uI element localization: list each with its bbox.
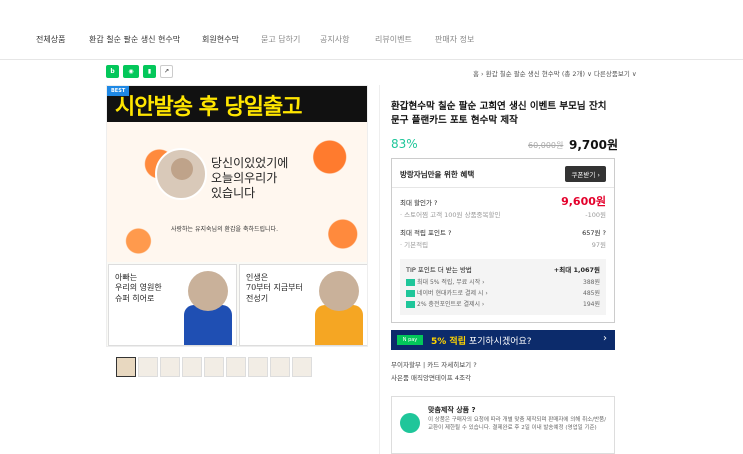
banner-strip: 시안발송 후 당일출고	[107, 86, 367, 122]
tab-birthday-banners[interactable]: 환갑 칠순 팔순 생신 현수막	[89, 34, 180, 45]
npay-logo-icon: N pay	[397, 335, 423, 345]
tab-seller-info[interactable]: 판매자 정보	[435, 34, 474, 45]
custom-made-description: 이 상품은 구매자의 요청에 따라 개별 맞춤 제작되며 판매자에 의해 취소/…	[428, 417, 607, 432]
npay-banner[interactable]: N pay 5% 적립 포기하시겠어요? ›	[391, 330, 615, 350]
npay-highlight: 5% 적립	[431, 337, 466, 347]
hero-figure-face	[188, 271, 228, 311]
tip-row-value: 388원	[583, 279, 600, 286]
discount-rate: 83%	[391, 137, 418, 151]
custom-made-notice: 맞춤제작 상품 ? 이 상품은 구매자의 요청에 따라 개별 맞춤 제작되며 판…	[391, 396, 615, 454]
tip-title: TIP 포인트 더 받는 방법	[406, 266, 472, 274]
dancer-figure-body	[315, 305, 363, 345]
panel-right-line-2: 70부터 지금부터	[246, 283, 303, 293]
sample-panel-right: 인생은 70부터 지금부터 전성기	[239, 264, 367, 346]
coupon-button[interactable]: 쿠폰받기 ›	[565, 166, 606, 182]
npay-icon	[406, 301, 415, 308]
panel-right-line-1: 인생은	[246, 273, 269, 282]
talk-icon[interactable]: ◉	[123, 65, 139, 78]
store-coupon-label: · 스토어찜 고객 100원 상품중복할인	[400, 211, 501, 219]
calligraphy-line-3: 있습니다	[211, 186, 256, 200]
thumbnail[interactable]	[182, 357, 202, 377]
banner-text: 시안발송 후 당일출고	[115, 95, 302, 120]
tip-row[interactable]: 2% 충전포인트로 결제시 ›	[406, 299, 484, 308]
congrats-message: 사랑하는 유지숙님의 환갑을 축하드립니다.	[171, 226, 278, 233]
chevron-right-icon: ›	[603, 333, 607, 344]
bookmark-icon[interactable]: ▮	[143, 65, 156, 78]
column-divider	[379, 85, 380, 454]
tip-box: TIP 포인트 더 받는 방법 +최대 1,067원 최대 5% 적립, 무료 …	[400, 259, 606, 315]
panel-left-text: 아빠는 우리의 영원한 슈퍼 히어로	[115, 273, 162, 304]
pencil-icon	[400, 413, 420, 433]
thumbnail[interactable]	[116, 357, 136, 377]
naver-blog-icon[interactable]: b	[106, 65, 119, 78]
tip-row[interactable]: 네이버 현대카드로 결제 시 ›	[406, 288, 488, 297]
gift-info: 사은품 매직앙면테이프 4조각	[391, 374, 472, 382]
tip-row-label: 네이버 현대카드로 결제 시 ›	[417, 290, 488, 297]
membership-icon	[406, 279, 415, 286]
thumbnail[interactable]	[160, 357, 180, 377]
thumbnail[interactable]	[292, 357, 312, 377]
store-coupon-value: -100원	[585, 211, 606, 219]
hero-figure-body	[184, 305, 232, 345]
tip-row-label: 2% 충전포인트로 결제시 ›	[417, 301, 485, 308]
panel-right-text: 인생은 70부터 지금부터 전성기	[246, 273, 303, 304]
tab-member-banners[interactable]: 회원현수막	[202, 34, 239, 45]
npay-question: 포기하시겠어요?	[465, 337, 532, 347]
panel-left-line-2: 우리의 영원한	[115, 283, 162, 293]
share-icon[interactable]: ↗	[160, 65, 173, 78]
custom-made-title: 맞춤제작 상품 ?	[428, 406, 476, 414]
sale-price: 9,700원	[569, 138, 618, 152]
panel-left-line-1: 아빠는	[115, 273, 138, 282]
max-points-value: 657원 ?	[582, 229, 606, 237]
thumbnail[interactable]	[270, 357, 290, 377]
calligraphy-text: 당신이있었기에 오늘의우리가 있습니다	[211, 156, 288, 201]
thumbnail[interactable]	[248, 357, 268, 377]
thumbnail-strip	[116, 357, 312, 377]
share-row: b ◉ ▮ ↗	[106, 65, 173, 78]
breadcrumb[interactable]: 홈 › 환갑 칠순 팔순 생신 현수막 (총 2개) ∨ 다른상품보기 ∨	[473, 68, 637, 78]
thumbnail[interactable]	[226, 357, 246, 377]
basic-points-label: · 기본적립	[400, 241, 429, 249]
tip-row[interactable]: 최대 5% 적립, 무료 시작 ›	[406, 277, 485, 286]
tip-max: +최대 1,067원	[553, 266, 600, 274]
max-discount-label: 최대 할인가 ?	[400, 199, 438, 207]
tip-row-value: 194원	[583, 301, 600, 308]
card-icon	[406, 290, 415, 297]
product-title: 환갑현수막 칠순 팔순 고희연 생신 이벤트 부모님 잔치 문구 플랜카드 포토…	[391, 101, 607, 126]
tip-row-label: 최대 5% 적립, 무료 시작 ›	[417, 279, 485, 286]
best-badge: BEST	[107, 86, 130, 96]
panel-right-line-3: 전성기	[246, 293, 269, 303]
panel-left-line-3: 슈퍼 히어로	[115, 293, 155, 303]
tab-all-products[interactable]: 전체상품	[36, 34, 65, 45]
calligraphy-line-1: 당신이있었기에	[211, 156, 289, 170]
benefit-header: 방랑자님만을 위한 혜택	[400, 170, 475, 179]
max-discount-value: 9,600원	[561, 195, 606, 208]
basic-points-value: 97원	[591, 241, 606, 249]
thumbnail[interactable]	[138, 357, 158, 377]
benefit-box: 방랑자님만을 위한 혜택 쿠폰받기 › 최대 할인가 ? 9,600원 · 스토…	[391, 158, 615, 323]
npay-text: 5% 적립 포기하시겠어요?	[431, 334, 532, 347]
tab-review-event[interactable]: 리뷰이벤트	[375, 34, 412, 45]
max-points-label: 최대 적립 포인트 ?	[400, 229, 452, 237]
installment-info[interactable]: 무이자할부 | 카드 자세히보기 ?	[391, 359, 477, 369]
original-price: 60,000원	[528, 141, 564, 150]
portrait-photo	[155, 148, 207, 200]
thumbnail[interactable]	[204, 357, 224, 377]
dancer-figure-face	[319, 271, 359, 311]
benefit-divider	[392, 187, 614, 188]
tab-notice[interactable]: 공지사항	[320, 34, 349, 45]
sample-panel-left: 아빠는 우리의 영원한 슈퍼 히어로	[108, 264, 237, 346]
product-image: BEST 시안발송 후 당일출고 당신이있었기에 오늘의우리가 있습니다 사랑하…	[106, 85, 368, 347]
calligraphy-line-2: 오늘의우리가	[211, 171, 278, 185]
top-navigation: 전체상품 환갑 칠순 팔순 생신 현수막 회원현수막 묻고 답하기 공지사항 리…	[0, 0, 743, 60]
tip-row-value: 485원	[583, 290, 600, 297]
tab-qna[interactable]: 묻고 답하기	[261, 34, 300, 45]
